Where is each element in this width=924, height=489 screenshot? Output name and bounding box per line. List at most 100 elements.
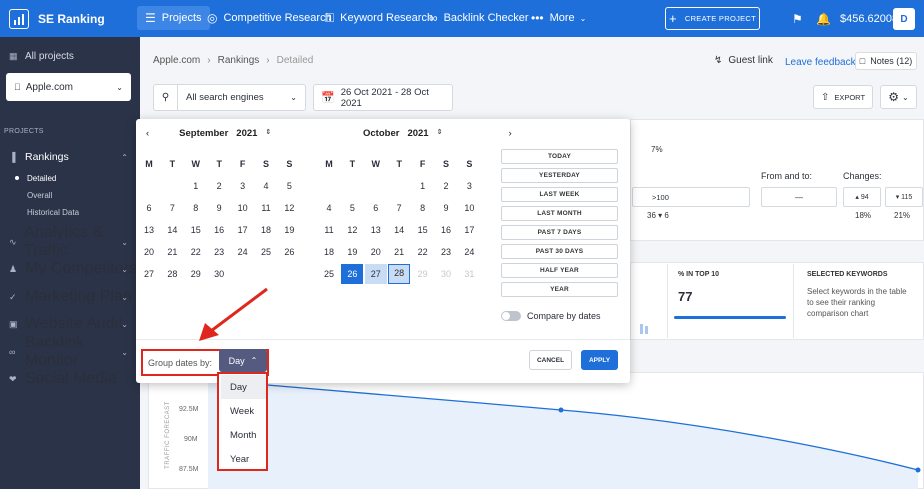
sidebar-item-social-media[interactable]: ❤ Social Media: [0, 369, 140, 389]
leave-feedback-link[interactable]: Leave feedback: [785, 57, 856, 68]
sidebar-item-backlink-monitor[interactable]: ∞ Backlink Monitor ⌄: [0, 334, 140, 369]
left-month-label[interactable]: September: [179, 128, 228, 139]
year-stepper-icon[interactable]: ⇕: [265, 128, 271, 139]
calendar-day[interactable]: 17: [232, 220, 254, 240]
calendar-day[interactable]: 9: [208, 198, 230, 218]
calendar-day[interactable]: 23: [435, 242, 457, 262]
calendar-day[interactable]: 16: [435, 220, 457, 240]
calendar-day[interactable]: 10: [232, 198, 254, 218]
calendar-day[interactable]: 13: [365, 220, 387, 240]
from-and-to-field[interactable]: —: [761, 187, 837, 207]
nav-backlink-checker[interactable]: ∞ Backlink Checker: [421, 6, 537, 30]
group-option-day[interactable]: Day: [221, 375, 266, 399]
calendar-day[interactable]: 3: [458, 176, 480, 196]
calendar-day[interactable]: 27: [364, 264, 387, 284]
preset-past-7-days[interactable]: PAST 7 DAYS: [501, 225, 618, 240]
group-option-year[interactable]: Year: [221, 447, 266, 471]
cancel-button[interactable]: CANCEL: [529, 350, 572, 370]
date-range-picker[interactable]: 📅 26 Oct 2021 - 28 Oct 2021: [313, 84, 453, 111]
calendar-day[interactable]: 8: [412, 198, 434, 218]
calendar-day[interactable]: 2: [208, 176, 230, 196]
group-option-week[interactable]: Week: [221, 399, 266, 423]
calendar-day[interactable]: 14: [161, 220, 183, 240]
calendar-day[interactable]: 1: [185, 176, 207, 196]
next-month-icon[interactable]: ›: [508, 128, 511, 139]
calendar-day[interactable]: 9: [435, 198, 457, 218]
notes-button[interactable]: □ Notes (12): [855, 52, 917, 70]
calendar-day[interactable]: 15: [412, 220, 434, 240]
left-year-label[interactable]: 2021: [236, 128, 257, 139]
calendar-day[interactable]: 6: [138, 198, 160, 218]
right-year-label[interactable]: 2021: [407, 128, 428, 139]
breadcrumb-apple[interactable]: Apple.com: [153, 55, 200, 66]
calendar-day[interactable]: 4: [255, 176, 277, 196]
calendar-day[interactable]: 7: [388, 198, 410, 218]
preset-half-year[interactable]: HALF YEAR: [501, 263, 618, 278]
calendar-day[interactable]: 22: [185, 242, 207, 262]
preset-last-week[interactable]: LAST WEEK: [501, 187, 618, 202]
calendar-day[interactable]: 18: [318, 242, 340, 262]
calendar-day[interactable]: 20: [138, 242, 160, 262]
calendar-day[interactable]: 30: [208, 264, 230, 284]
group-option-month[interactable]: Month: [221, 423, 266, 447]
export-button[interactable]: ⇧ EXPORT: [813, 85, 873, 109]
calendar-day[interactable]: 20: [365, 242, 387, 262]
calendar-day[interactable]: 5: [341, 198, 363, 218]
sidebar-all-projects[interactable]: ▦ All projects: [0, 46, 140, 66]
search-engines-select[interactable]: ⚲ All search engines ⌄: [153, 84, 306, 111]
preset-yesterday[interactable]: YESTERDAY: [501, 168, 618, 183]
sidebar-item-rankings[interactable]: ▐ Rankings ⌃: [0, 147, 140, 167]
calendar-day[interactable]: 28: [161, 264, 183, 284]
calendar-day[interactable]: 28: [388, 264, 411, 284]
calendar-day[interactable]: 25: [318, 264, 340, 284]
avatar[interactable]: D: [893, 8, 915, 30]
calendar-day[interactable]: 18: [255, 220, 277, 240]
calendar-day[interactable]: 24: [232, 242, 254, 262]
guest-link[interactable]: ↯ Guest link: [714, 55, 773, 66]
calendar-day[interactable]: 12: [278, 198, 300, 218]
calendar-day[interactable]: 2: [435, 176, 457, 196]
calendar-day[interactable]: 3: [232, 176, 254, 196]
calendar-day[interactable]: 11: [255, 198, 277, 218]
calendar-day[interactable]: 5: [278, 176, 300, 196]
project-select[interactable]: Apple.com ⌄: [6, 73, 131, 101]
calendar-day[interactable]: 22: [412, 242, 434, 262]
toggle-switch[interactable]: [501, 311, 521, 321]
preset-last-month[interactable]: LAST MONTH: [501, 206, 618, 221]
sidebar-sub-overall[interactable]: Overall: [0, 187, 52, 203]
calendar-day[interactable]: 6: [365, 198, 387, 218]
preset-past-30-days[interactable]: PAST 30 DAYS: [501, 244, 618, 259]
year-stepper-icon[interactable]: ⇕: [437, 128, 443, 139]
sidebar-sub-detailed[interactable]: Detailed: [0, 170, 56, 186]
calendar-day[interactable]: 29: [185, 264, 207, 284]
calendar-day[interactable]: 19: [341, 242, 363, 262]
create-project-button[interactable]: + CREATE PROJECT: [665, 7, 760, 30]
calendar-day[interactable]: 26: [278, 242, 300, 262]
calendar-day[interactable]: 19: [278, 220, 300, 240]
calendar-day[interactable]: 1: [412, 176, 434, 196]
nav-more[interactable]: ••• More ⌄: [523, 6, 594, 30]
flag-icon[interactable]: ⚑: [792, 0, 803, 37]
calendar-day[interactable]: 10: [458, 198, 480, 218]
right-month-label[interactable]: October: [363, 128, 399, 139]
calendar-day[interactable]: 12: [341, 220, 363, 240]
calendar-day[interactable]: 4: [318, 198, 340, 218]
bell-icon[interactable]: 🔔: [816, 0, 831, 37]
calendar-day[interactable]: 16: [208, 220, 230, 240]
sidebar-item-marketing-plan[interactable]: ✓ Marketing Plan ⌄: [0, 287, 140, 307]
sidebar-item-competitors[interactable]: ♟ My Competitors ⌄: [0, 259, 140, 279]
breadcrumb-rankings[interactable]: Rankings: [218, 55, 260, 66]
calendar-day[interactable]: 13: [138, 220, 160, 240]
sidebar-item-website-audit[interactable]: ▣ Website Audit ⌄: [0, 314, 140, 334]
calendar-day[interactable]: 11: [318, 220, 340, 240]
calendar-day[interactable]: 8: [185, 198, 207, 218]
calendar-day[interactable]: 7: [161, 198, 183, 218]
brand-name[interactable]: SE Ranking: [38, 0, 105, 37]
calendar-day[interactable]: 15: [185, 220, 207, 240]
calendar-day[interactable]: 27: [138, 264, 160, 284]
calendar-day[interactable]: 21: [388, 242, 410, 262]
sidebar-item-analytics[interactable]: ∿ Analytics & Traffic ⌄: [0, 224, 140, 259]
preset-year[interactable]: YEAR: [501, 282, 618, 297]
calendar-day[interactable]: 24: [458, 242, 480, 262]
logo-icon[interactable]: [9, 9, 29, 29]
